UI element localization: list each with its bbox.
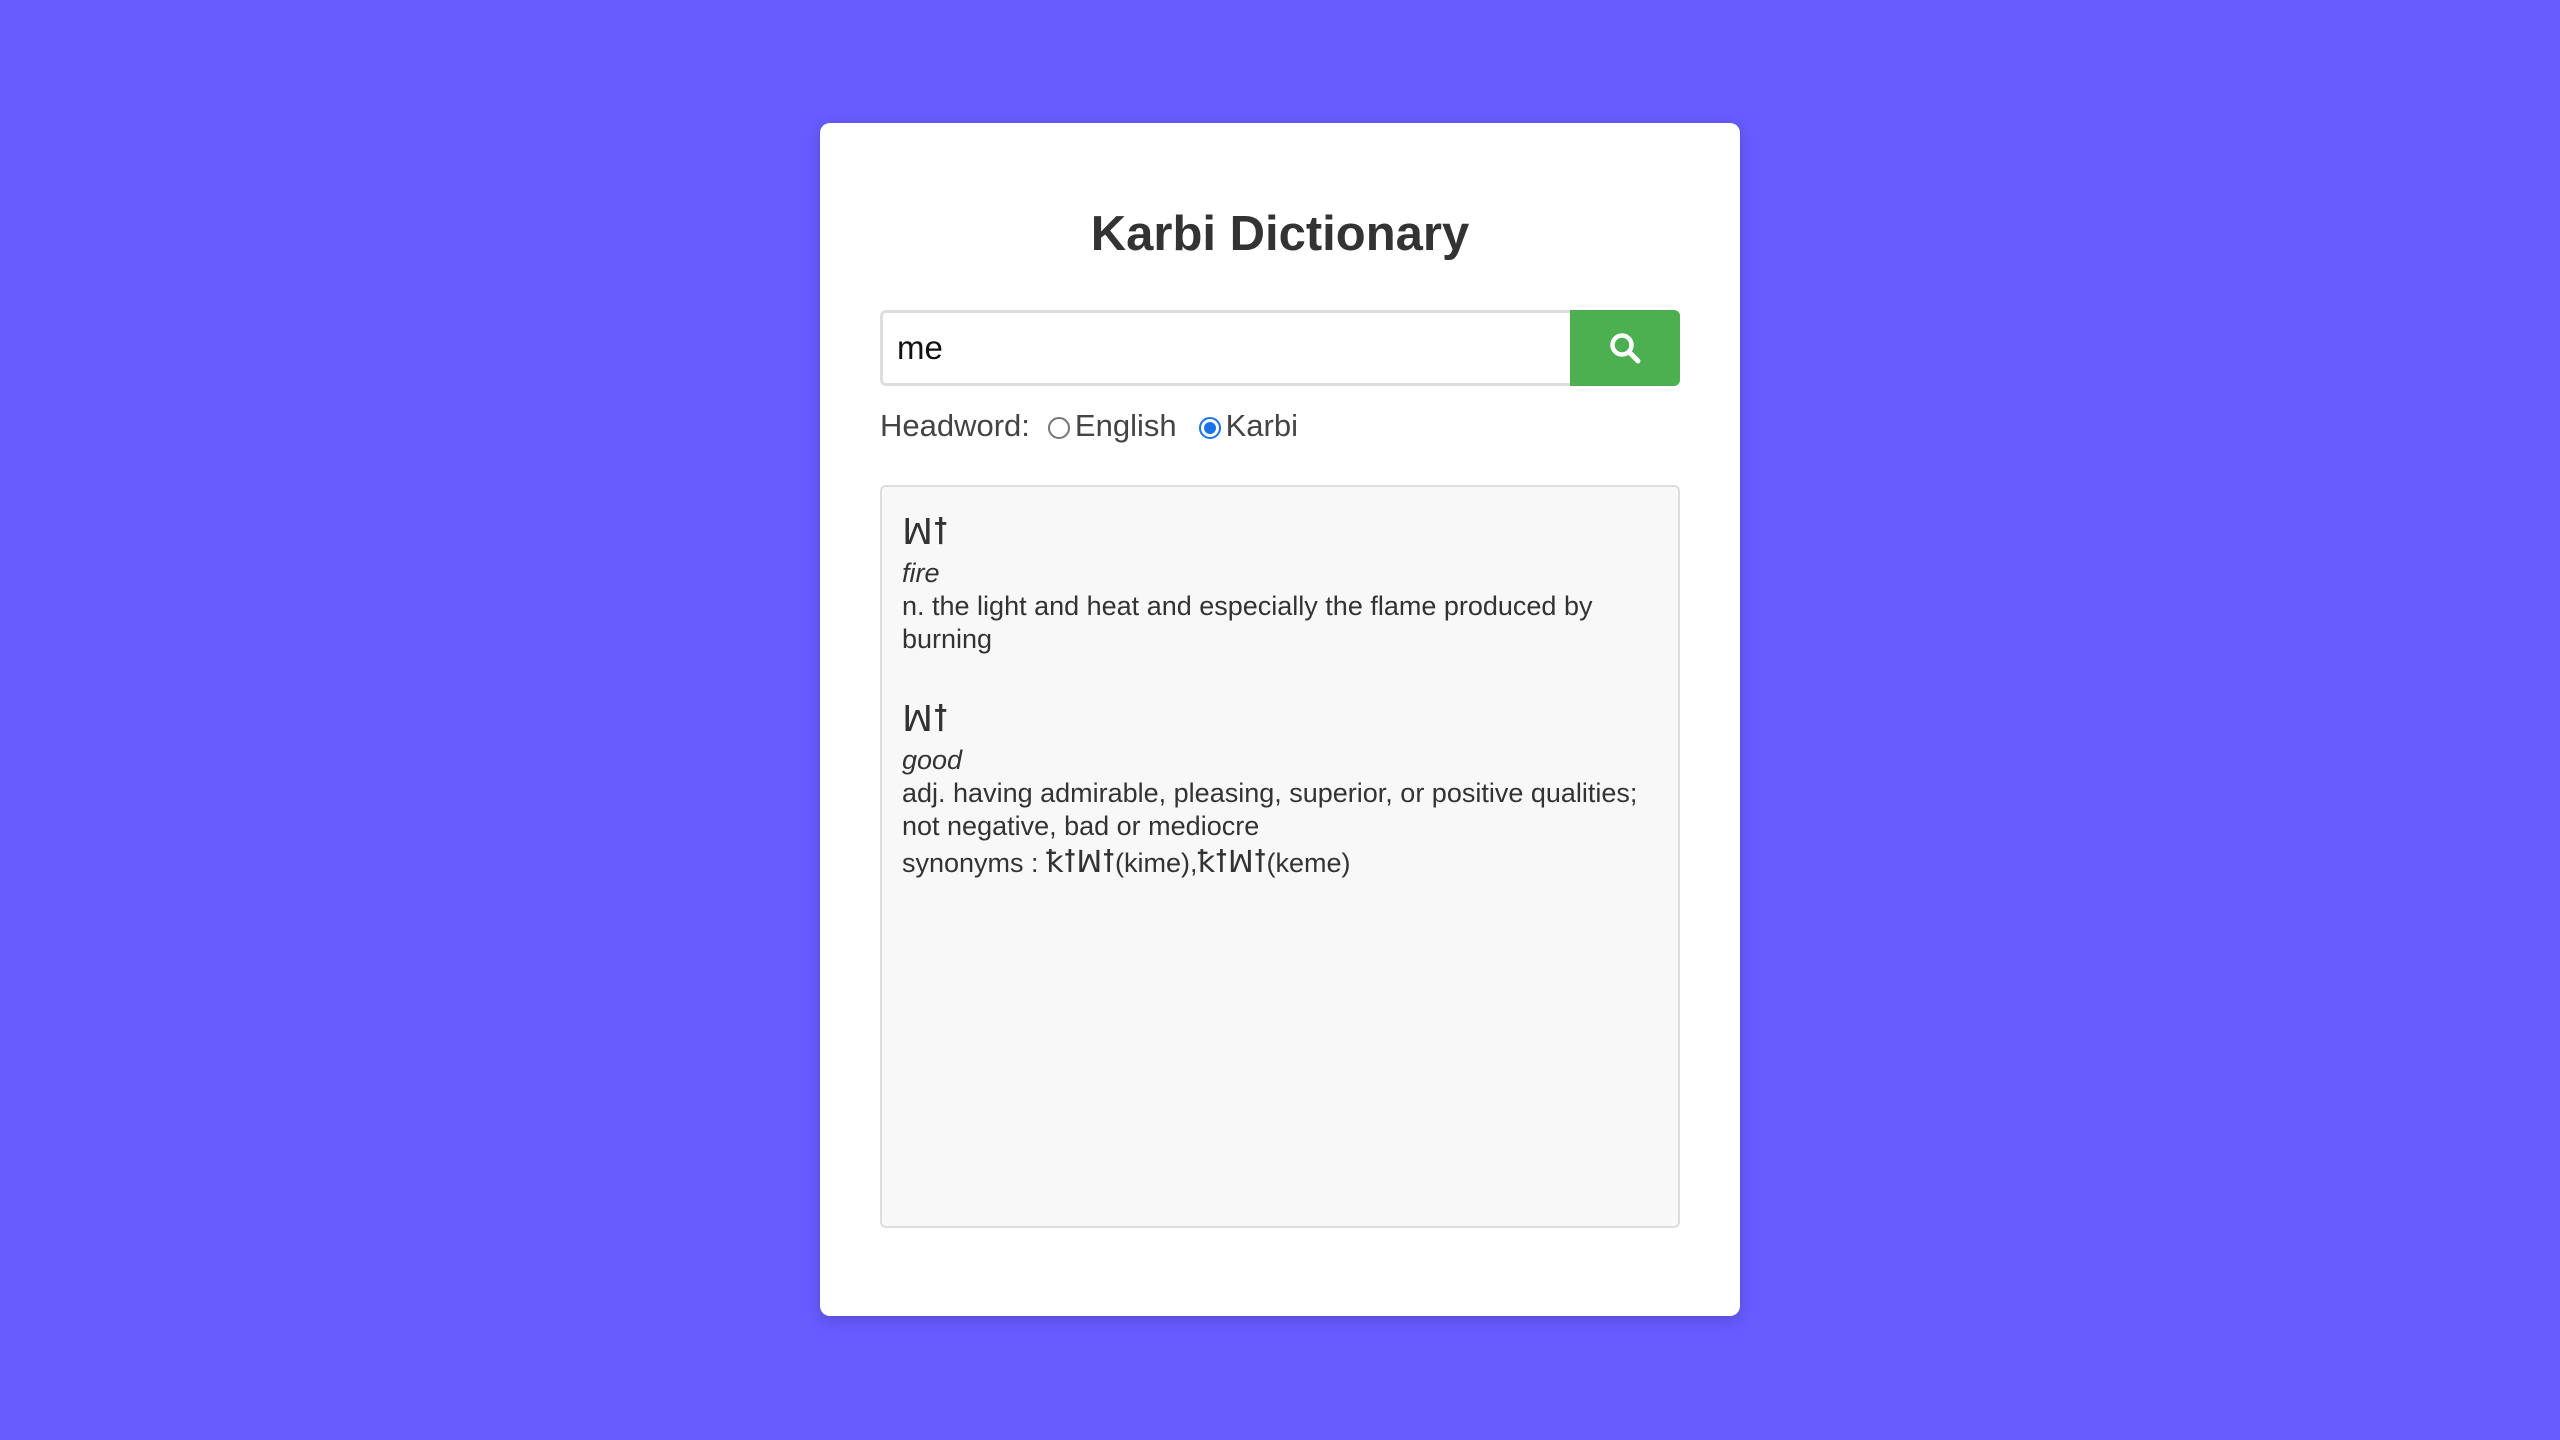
synonym-separator: , bbox=[1190, 848, 1198, 878]
synonym-latin[interactable]: (keme) bbox=[1267, 848, 1351, 878]
results-panel: ꟽꝉ fire n. the light and heat and especi… bbox=[880, 485, 1680, 1228]
entry-headword: ꟽꝉ bbox=[902, 512, 949, 553]
radio-karbi-label[interactable]: Karbi bbox=[1226, 408, 1298, 444]
headword-selector: Headword: English Karbi bbox=[880, 404, 1316, 448]
search-icon bbox=[1608, 331, 1642, 365]
synonym-script[interactable]: ꝁꝉꟽꝉ bbox=[1198, 845, 1267, 880]
entry-definition: adj. having admirable, pleasing, superio… bbox=[902, 778, 1638, 841]
entry-headword: ꟽꝉ bbox=[902, 699, 949, 740]
result-entry: ꟽꝉ good adj. having admirable, pleasing,… bbox=[902, 696, 1658, 883]
radio-english-label[interactable]: English bbox=[1075, 408, 1177, 444]
entry-definition: n. the light and heat and especially the… bbox=[902, 591, 1593, 654]
synonyms-label: synonyms : bbox=[902, 848, 1039, 878]
radio-english[interactable] bbox=[1047, 417, 1070, 439]
search-input[interactable] bbox=[880, 310, 1572, 386]
radio-karbi[interactable] bbox=[1198, 417, 1221, 439]
synonym-latin[interactable]: (kime) bbox=[1115, 848, 1190, 878]
result-entry: ꟽꝉ fire n. the light and heat and especi… bbox=[902, 509, 1658, 656]
entry-gloss: fire bbox=[902, 558, 940, 588]
search-button[interactable] bbox=[1570, 310, 1680, 386]
page-title: Karbi Dictionary bbox=[1090, 207, 1470, 261]
synonym-script[interactable]: ꝁꝉꟽꝉ bbox=[1046, 845, 1115, 880]
entry-gloss: good bbox=[902, 745, 963, 775]
headword-label: Headword: bbox=[880, 408, 1030, 443]
entry-synonyms: synonyms : ꝁꝉꟽꝉ(kime),ꝁꝉꟽꝉ(keme) bbox=[902, 843, 1658, 883]
